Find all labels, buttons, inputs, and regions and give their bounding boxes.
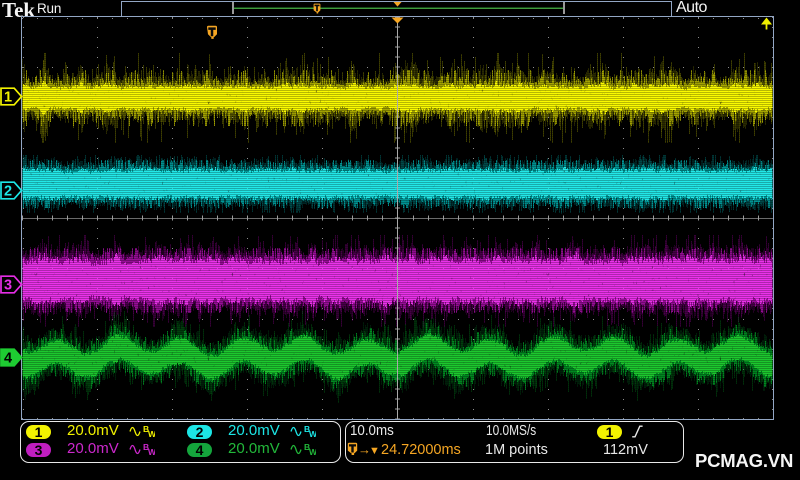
svg-text:W: W: [309, 447, 316, 456]
svg-text:1: 1: [4, 89, 12, 105]
svg-text:W: W: [309, 429, 316, 438]
svg-text:W: W: [148, 429, 155, 438]
svg-text:2: 2: [4, 183, 12, 199]
svg-text:3: 3: [4, 277, 12, 293]
svg-text:W: W: [148, 447, 155, 456]
svg-text:4: 4: [4, 350, 12, 366]
